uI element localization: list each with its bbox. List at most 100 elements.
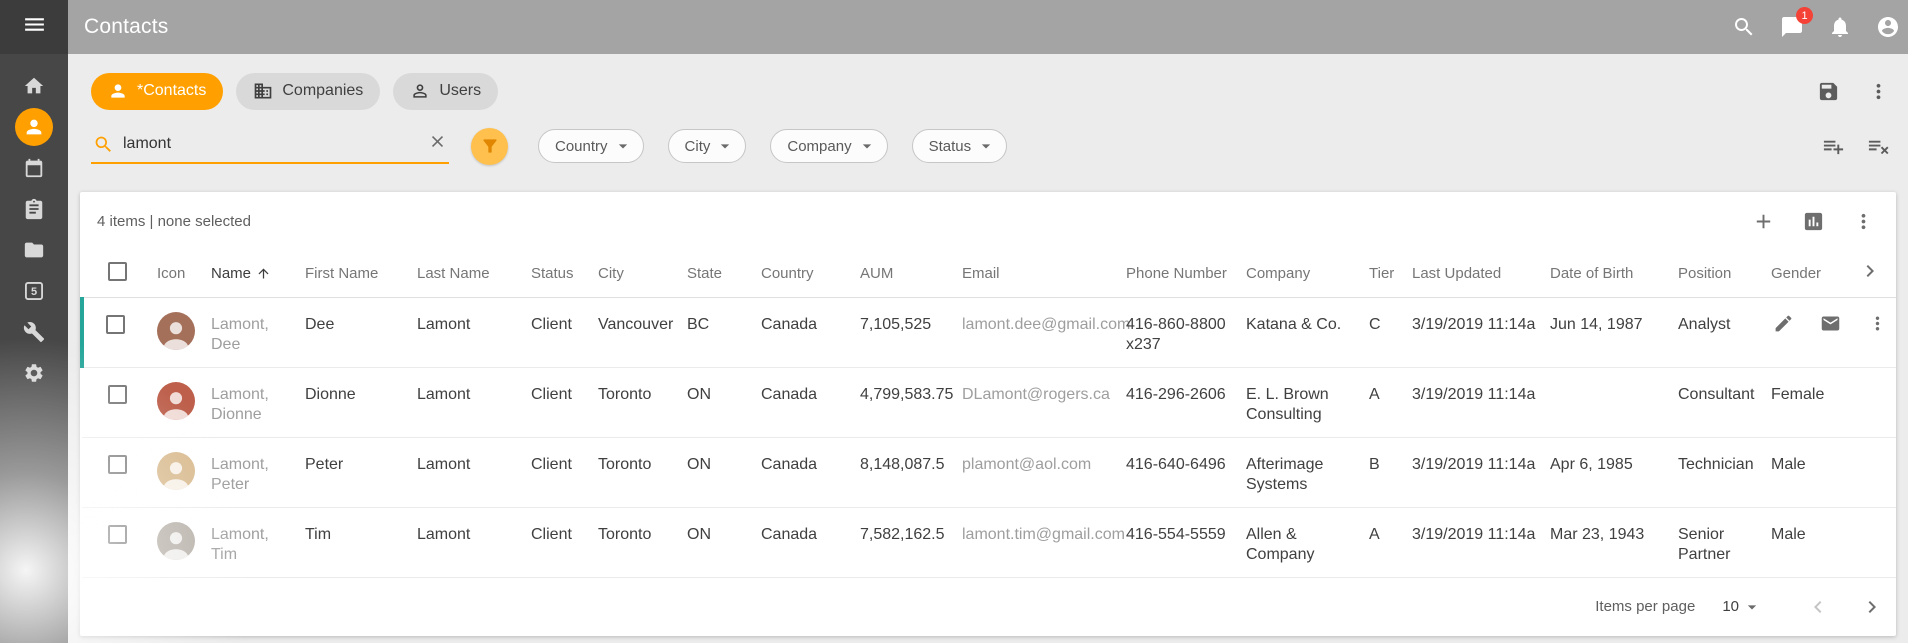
row-checkbox[interactable] <box>108 525 127 544</box>
cell-company: Allen & Company <box>1246 507 1369 577</box>
col-company[interactable]: Company <box>1246 250 1369 297</box>
cell-last-updated: 3/19/2019 11:14a <box>1412 437 1550 507</box>
clear-search-button[interactable] <box>428 132 447 156</box>
remove-from-list-button[interactable] <box>1867 135 1890 158</box>
tab-contacts[interactable]: *Contacts <box>91 73 223 110</box>
cell-first-name: Dionne <box>305 367 417 437</box>
email-row-button[interactable] <box>1820 313 1841 334</box>
cell-state: BC <box>687 297 761 367</box>
filter-chip-company[interactable]: Company <box>770 129 887 163</box>
sidebar-item-folder[interactable] <box>15 231 53 269</box>
mail-icon <box>1820 313 1841 334</box>
cell-last-name: Lamont <box>417 297 531 367</box>
card-header: 4 items | none selected <box>80 192 1896 250</box>
list-menu-button[interactable] <box>1852 210 1875 233</box>
cell-status: Client <box>531 367 598 437</box>
cell-date-of-birth <box>1550 367 1678 437</box>
tab-label: *Contacts <box>137 82 206 100</box>
home-icon <box>23 75 45 97</box>
tab-companies[interactable]: Companies <box>236 73 380 110</box>
col-email[interactable]: Email <box>962 250 1126 297</box>
account-button[interactable] <box>1876 15 1900 39</box>
sidebar-item-settings[interactable] <box>15 354 53 392</box>
table-row[interactable]: Lamont, Tim Tim Lamont Client Toronto ON… <box>82 507 1896 577</box>
table-row[interactable]: Lamont, Dee Dee Lamont Client Vancouver … <box>82 297 1896 367</box>
save-view-button[interactable] <box>1817 80 1840 103</box>
col-name[interactable]: Name <box>211 250 305 297</box>
cell-aum: 7,105,525 <box>860 297 962 367</box>
items-per-page-select[interactable]: 10 <box>1722 597 1762 617</box>
table-row[interactable]: Lamont, Dionne Dionne Lamont Client Toro… <box>82 367 1896 437</box>
col-status[interactable]: Status <box>531 250 598 297</box>
cell-position: Consultant <box>1678 367 1771 437</box>
sidebar-item-filter-5[interactable]: 5 <box>15 272 53 310</box>
sidebar-item-tasks[interactable] <box>15 190 53 228</box>
filter-chip-label: City <box>685 138 711 155</box>
row-checkbox[interactable] <box>108 385 127 404</box>
col-tier[interactable]: Tier <box>1369 250 1412 297</box>
company-icon <box>253 81 273 101</box>
global-search-button[interactable] <box>1732 15 1756 39</box>
row-checkbox[interactable] <box>108 455 127 474</box>
cell-first-name: Tim <box>305 507 417 577</box>
cell-gender: Male <box>1771 437 1858 507</box>
col-first-name[interactable]: First Name <box>305 250 417 297</box>
messages-button[interactable]: 1 <box>1780 15 1804 39</box>
notifications-button[interactable] <box>1828 15 1852 39</box>
cell-date-of-birth: Jun 14, 1987 <box>1550 297 1678 367</box>
cell-position: Senior Partner <box>1678 507 1771 577</box>
search-row: Country City Company Status <box>80 126 1896 166</box>
filter-5-icon: 5 <box>23 280 45 302</box>
filter-chip-country[interactable]: Country <box>538 129 644 163</box>
add-to-list-button[interactable] <box>1822 135 1845 158</box>
col-phone-number[interactable]: Phone Number <box>1126 250 1246 297</box>
pagination: Items per page 10 <box>80 578 1896 636</box>
edit-row-button[interactable] <box>1773 313 1794 334</box>
col-state[interactable]: State <box>687 250 761 297</box>
charts-button[interactable] <box>1802 210 1825 233</box>
cell-email: plamont@aol.com <box>962 437 1126 507</box>
search-input[interactable] <box>123 135 419 153</box>
cell-phone-number: 416-860-8800 x237 <box>1126 297 1246 367</box>
filter-button[interactable] <box>471 128 508 165</box>
col-country[interactable]: Country <box>761 250 860 297</box>
col-position[interactable]: Position <box>1678 250 1771 297</box>
col-city[interactable]: City <box>598 250 687 297</box>
sidebar-item-contacts[interactable] <box>15 108 53 146</box>
cell-name: Lamont, Peter <box>211 437 305 507</box>
cell-phone-number: 416-640-6496 <box>1126 437 1246 507</box>
view-menu-button[interactable] <box>1867 80 1890 103</box>
cell-aum: 7,582,162.5 <box>860 507 962 577</box>
cell-last-name: Lamont <box>417 367 531 437</box>
cell-status: Client <box>531 297 598 367</box>
filter-chip-city[interactable]: City <box>668 129 747 163</box>
col-aum[interactable]: AUM <box>860 250 962 297</box>
col-icon: Icon <box>157 250 211 297</box>
previous-page-button[interactable] <box>1806 595 1830 619</box>
contact-avatar <box>157 312 195 350</box>
sidebar-item-tools[interactable] <box>15 313 53 351</box>
chevron-right-icon <box>1858 259 1882 283</box>
plus-icon <box>1752 210 1775 233</box>
select-all-checkbox[interactable] <box>108 262 127 281</box>
col-last-name[interactable]: Last Name <box>417 250 531 297</box>
filter-chip-status[interactable]: Status <box>912 129 1008 163</box>
col-date-of-birth[interactable]: Date of Birth <box>1550 250 1678 297</box>
col-gender[interactable]: Gender <box>1771 250 1858 297</box>
cell-company: Katana & Co. <box>1246 297 1369 367</box>
next-page-button[interactable] <box>1860 595 1884 619</box>
cell-gender: Female <box>1771 367 1858 437</box>
add-contact-button[interactable] <box>1752 210 1775 233</box>
tab-users[interactable]: Users <box>393 73 498 110</box>
table-row[interactable]: Lamont, Peter Peter Lamont Client Toront… <box>82 437 1896 507</box>
filter-chip-label: Status <box>929 138 972 155</box>
contacts-table-body: Lamont, Dee Dee Lamont Client Vancouver … <box>82 297 1896 577</box>
sidebar-item-home[interactable] <box>15 67 53 105</box>
col-last-updated[interactable]: Last Updated <box>1412 250 1550 297</box>
cell-state: ON <box>687 437 761 507</box>
scroll-columns-right-button[interactable] <box>1858 259 1882 283</box>
sidebar-item-calendar[interactable] <box>15 149 53 187</box>
row-more-button[interactable] <box>1867 313 1888 334</box>
row-checkbox[interactable] <box>106 315 125 334</box>
menu-button[interactable] <box>22 12 47 42</box>
